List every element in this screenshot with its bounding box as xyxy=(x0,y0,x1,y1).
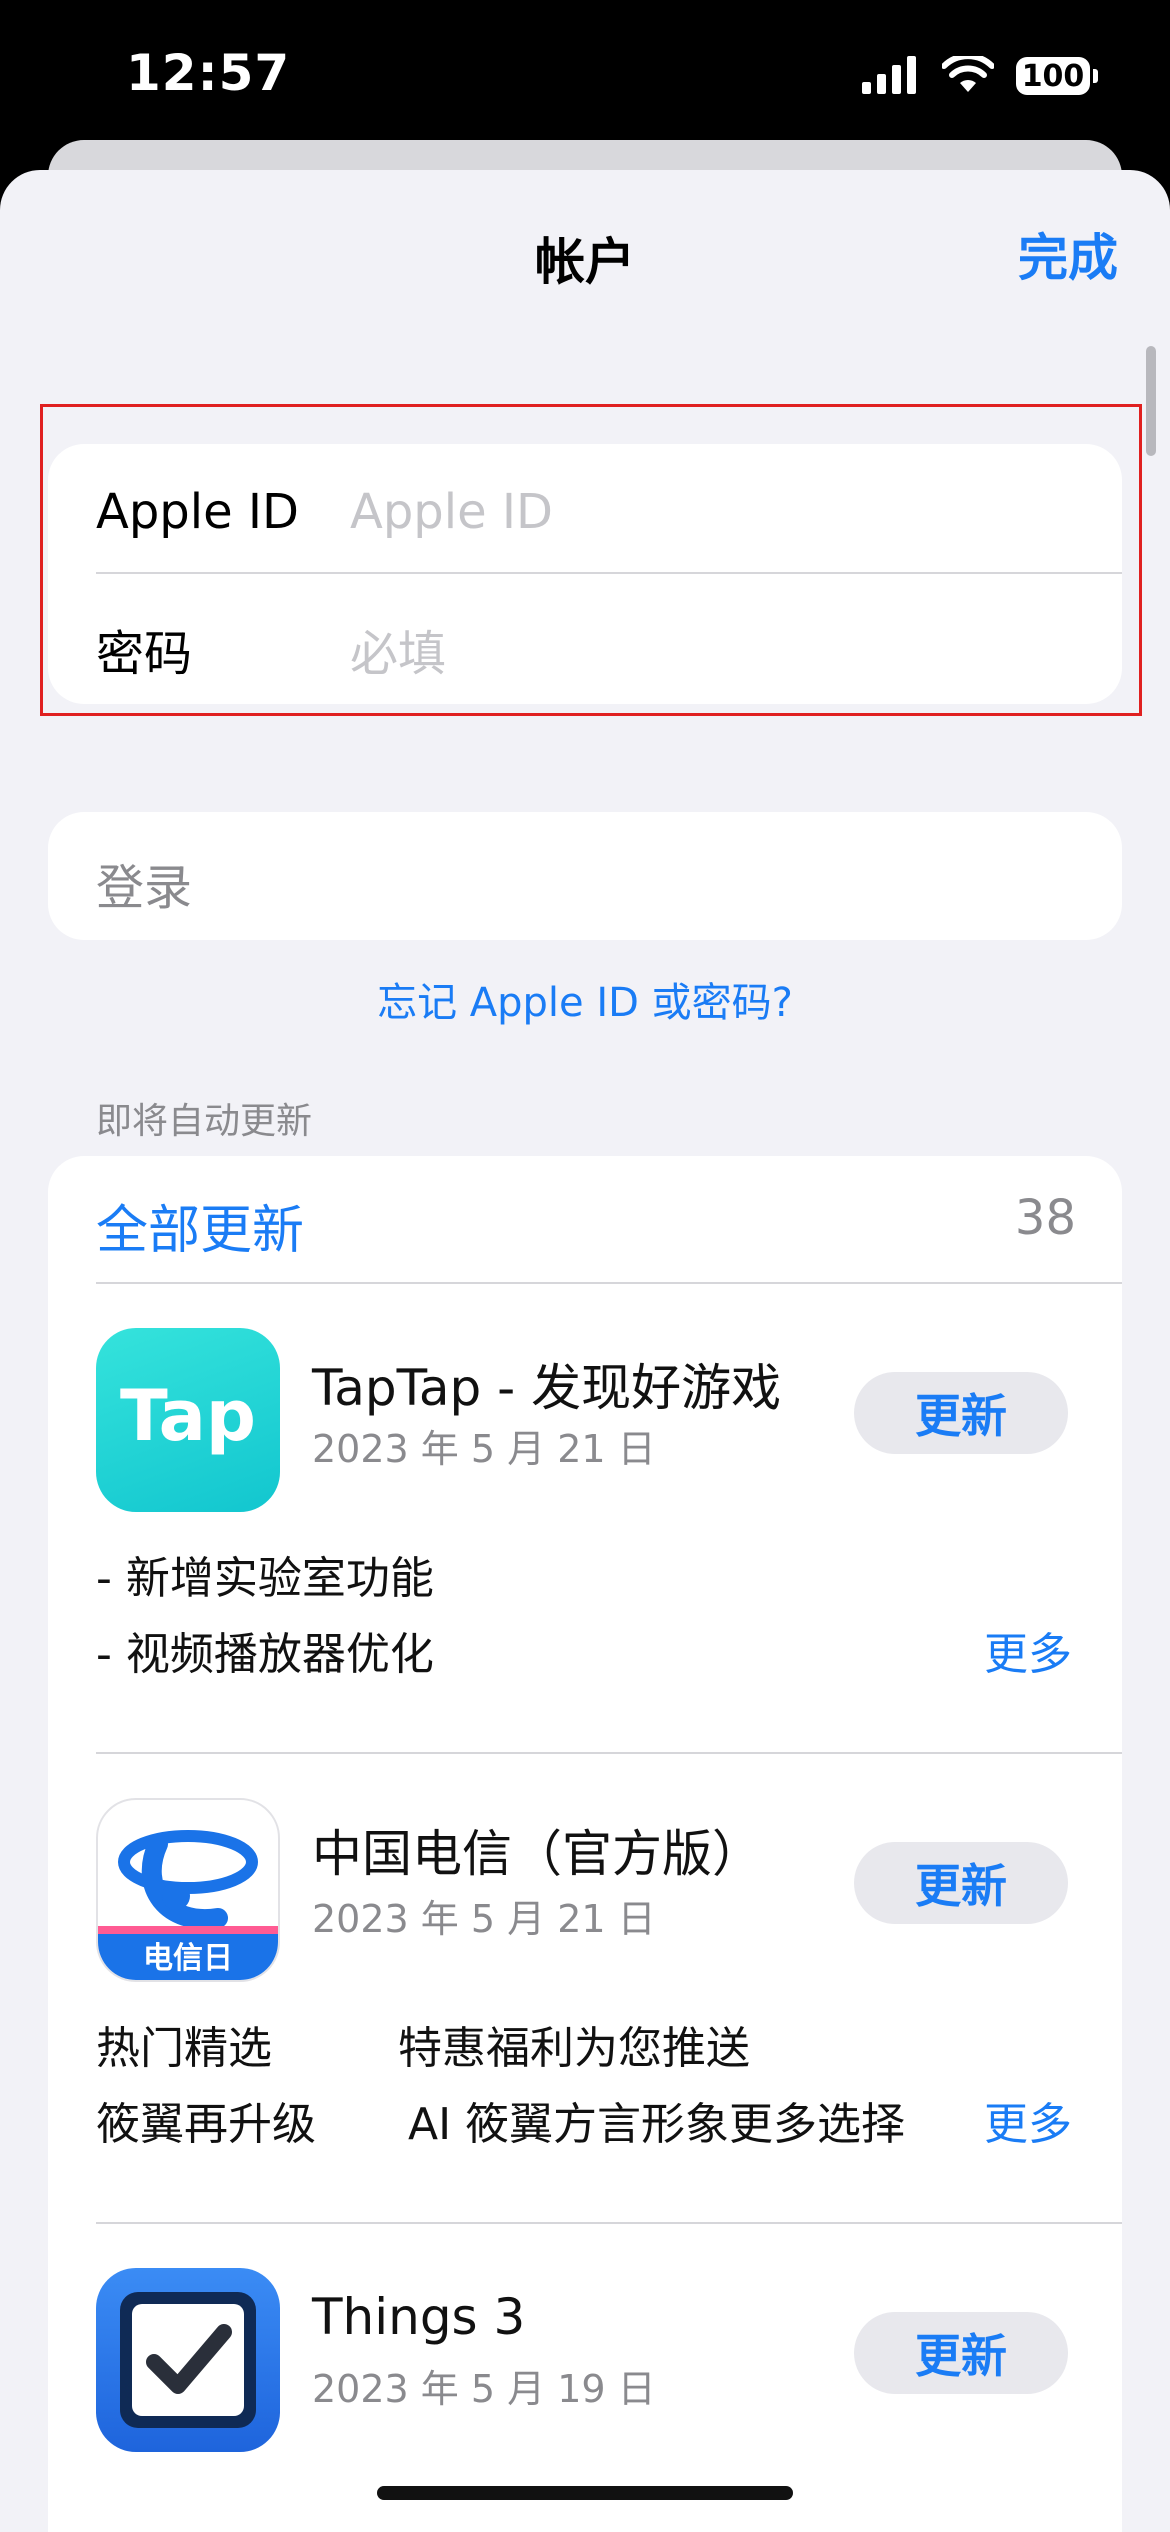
update-count: 38 xyxy=(1014,1190,1076,1246)
app-name: 中国电信（官方版） xyxy=(312,1825,762,1883)
app-name: Things 3 xyxy=(312,2288,526,2346)
update-button[interactable]: 更新 xyxy=(854,1842,1068,1924)
nav-title: 帐户 xyxy=(535,233,635,291)
svg-text:电信日: 电信日 xyxy=(143,1941,233,1976)
signin-label: 登录 xyxy=(96,860,193,916)
list-item: Tap TapTap - 发现好游戏 2023 年 5 月 21 日 更新 - … xyxy=(48,1282,1122,1752)
release-note: - 新增实验室功能 xyxy=(96,1553,434,1604)
status-time: 12:57 xyxy=(126,44,291,102)
update-all-button[interactable]: 全部更新 xyxy=(96,1188,304,1263)
battery-icon: 100 xyxy=(1016,57,1098,95)
account-sheet: 帐户 完成 Apple ID Apple ID 密码 必填 登录 忘记 Appl… xyxy=(0,170,1170,2532)
wifi-icon xyxy=(942,56,994,92)
list-item: 电信日 中国电信（官方版） 2023 年 5 月 21 日 更新 热门精选 特惠… xyxy=(48,1752,1122,2222)
updates-card: 全部更新 38 Tap TapTap - 发现好游戏 2023 年 5 月 21… xyxy=(48,1156,1122,2532)
china-telecom-app-icon[interactable]: 电信日 xyxy=(96,1798,280,1982)
highlight-box xyxy=(40,404,1142,716)
more-link[interactable]: 更多 xyxy=(984,1618,1072,1682)
release-note: 特惠福利为您推送 xyxy=(398,2023,750,2074)
forgot-link[interactable]: 忘记 Apple ID 或密码? xyxy=(0,970,1170,1028)
app-date: 2023 年 5 月 21 日 xyxy=(312,1897,656,1941)
update-button[interactable]: 更新 xyxy=(854,1372,1068,1454)
app-name: TapTap - 发现好游戏 xyxy=(312,1359,782,1417)
release-note: 热门精选 xyxy=(96,2023,272,2074)
section-header: 即将自动更新 xyxy=(96,1101,313,1142)
scroll-indicator[interactable] xyxy=(1146,346,1156,456)
app-date: 2023 年 5 月 19 日 xyxy=(312,2367,656,2411)
app-date: 2023 年 5 月 21 日 xyxy=(312,1427,656,1471)
more-link[interactable]: 更多 xyxy=(984,2088,1072,2152)
home-indicator[interactable] xyxy=(377,2486,793,2500)
release-note: AI 筱翼方言形象更多选择 xyxy=(408,2099,906,2150)
signin-button[interactable]: 登录 xyxy=(48,812,1122,940)
things-app-icon[interactable] xyxy=(96,2268,280,2452)
done-button[interactable]: 完成 xyxy=(1018,218,1118,290)
release-note: - 视频播放器优化 xyxy=(96,1629,434,1680)
tap-logo-icon: Tap xyxy=(120,1375,256,1457)
telecom-logo-icon: 电信日 xyxy=(98,1830,278,1980)
status-icons: 100 xyxy=(862,56,1098,96)
update-button[interactable]: 更新 xyxy=(854,2312,1068,2394)
svg-text:Tap: Tap xyxy=(120,1375,256,1457)
taptap-app-icon[interactable]: Tap xyxy=(96,1328,280,1512)
checkbox-icon xyxy=(120,2292,256,2428)
release-note: 筱翼再升级 xyxy=(96,2099,316,2150)
cellular-signal-icon xyxy=(862,56,916,94)
